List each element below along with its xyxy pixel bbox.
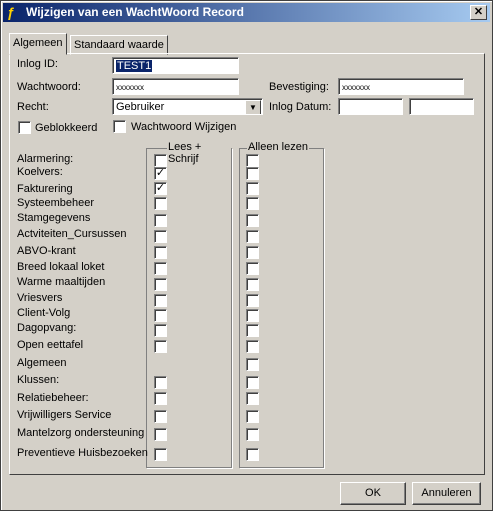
- permission-label: Vriesvers: [17, 292, 63, 304]
- read-only-checkbox[interactable]: [246, 154, 259, 167]
- read-write-checkbox[interactable]: [154, 278, 167, 291]
- login-date-input-1[interactable]: [338, 98, 403, 115]
- permission-label: Dagopvang:: [17, 322, 77, 334]
- read-only-checkbox[interactable]: [246, 392, 259, 405]
- right-select[interactable]: Gebruiker ▼: [112, 98, 263, 115]
- permission-label: Koelvers:: [17, 166, 63, 178]
- read-write-checkbox[interactable]: [154, 246, 167, 259]
- chevron-down-icon[interactable]: ▼: [245, 100, 261, 114]
- change-password-label: Wachtwoord Wijzigen: [131, 121, 237, 133]
- permission-label: Alarmering:: [17, 153, 74, 165]
- cancel-button[interactable]: Annuleren: [412, 482, 481, 505]
- login-date-input-2[interactable]: [409, 98, 474, 115]
- permission-label: Mantelzorg ondersteuning: [17, 427, 145, 439]
- login-id-value: TEST1: [116, 60, 153, 72]
- read-only-group-label: Alleen lezen: [247, 141, 309, 153]
- read-only-checkbox[interactable]: [246, 246, 259, 259]
- app-icon: ƒ: [7, 4, 15, 20]
- read-only-checkbox[interactable]: [246, 262, 259, 275]
- read-write-checkbox[interactable]: [154, 294, 167, 307]
- read-only-checkbox[interactable]: [246, 278, 259, 291]
- login-date-label: Inlog Datum:: [269, 101, 332, 113]
- read-only-checkbox[interactable]: [246, 358, 259, 371]
- ok-button[interactable]: OK: [340, 482, 406, 505]
- read-write-checkbox[interactable]: [154, 376, 167, 389]
- read-write-checkbox[interactable]: [154, 340, 167, 353]
- blocked-label: Geblokkeerd: [35, 122, 98, 134]
- permission-label: Fakturering: [17, 183, 73, 195]
- read-only-checkbox[interactable]: [246, 428, 259, 441]
- read-write-checkbox[interactable]: [154, 410, 167, 423]
- permission-label: Relatiebeheer:: [17, 392, 89, 404]
- read-only-checkbox[interactable]: [246, 167, 259, 180]
- check-icon: ✓: [155, 167, 166, 179]
- permission-label: Klussen:: [17, 374, 60, 386]
- read-write-group-label: Lees + Schrijf: [167, 141, 231, 165]
- permission-label: Systeembeheer: [17, 197, 95, 209]
- permission-label: Preventieve Huisbezoeken: [17, 447, 148, 459]
- window-title: Wijzigen van een WachtWoord Record: [26, 5, 244, 19]
- permission-label: Open eettafel: [17, 339, 84, 351]
- read-write-checkbox[interactable]: [154, 324, 167, 337]
- read-write-checkbox[interactable]: [154, 230, 167, 243]
- read-write-checkbox[interactable]: [154, 309, 167, 322]
- read-write-checkbox[interactable]: [154, 448, 167, 461]
- read-only-checkbox[interactable]: [246, 214, 259, 227]
- read-write-checkbox[interactable]: [154, 262, 167, 275]
- password-label: Wachtwoord:: [17, 81, 81, 93]
- read-only-checkbox[interactable]: [246, 376, 259, 389]
- dialog-window: ƒ Wijzigen van een WachtWoord Record ✕ A…: [0, 0, 493, 511]
- close-button[interactable]: ✕: [470, 5, 487, 20]
- read-only-checkbox[interactable]: [246, 410, 259, 423]
- read-only-checkbox[interactable]: [246, 230, 259, 243]
- permission-label: Algemeen: [17, 357, 67, 369]
- login-id-label: Inlog ID:: [17, 58, 58, 70]
- login-id-input[interactable]: TEST1: [112, 57, 239, 74]
- change-password-checkbox[interactable]: [113, 120, 126, 133]
- permission-label: Actviteiten_Cursussen: [17, 228, 127, 240]
- read-write-checkbox[interactable]: [154, 214, 167, 227]
- read-write-checkbox[interactable]: [154, 154, 167, 167]
- read-only-checkbox[interactable]: [246, 340, 259, 353]
- read-only-checkbox[interactable]: [246, 448, 259, 461]
- check-icon: ✓: [155, 182, 166, 194]
- close-icon: ✕: [473, 6, 484, 18]
- blocked-checkbox[interactable]: [18, 121, 31, 134]
- permission-label: Breed lokaal loket: [17, 261, 105, 273]
- tab-standaard-waarde-label: Standaard waarde: [74, 39, 164, 51]
- read-write-checkbox[interactable]: ✓: [154, 182, 167, 195]
- tab-algemeen[interactable]: Algemeen: [9, 33, 67, 55]
- read-only-checkbox[interactable]: [246, 324, 259, 337]
- read-write-checkbox[interactable]: [154, 428, 167, 441]
- permission-label: Warme maaltijden: [17, 276, 106, 288]
- right-select-value: Gebruiker: [116, 101, 165, 113]
- permission-label: Client-Volg: [17, 307, 71, 319]
- permission-label: Vrijwilligers Service: [17, 409, 112, 421]
- title-bar[interactable]: ƒ Wijzigen van een WachtWoord Record ✕: [3, 3, 490, 22]
- read-only-checkbox[interactable]: [246, 182, 259, 195]
- permission-label: ABVO-krant: [17, 245, 76, 257]
- read-write-checkbox[interactable]: [154, 197, 167, 210]
- read-write-checkbox[interactable]: ✓: [154, 167, 167, 180]
- confirmation-label: Bevestiging:: [269, 81, 329, 93]
- tab-algemeen-label: Algemeen: [13, 37, 63, 49]
- right-label: Recht:: [17, 101, 49, 113]
- tab-standaard-waarde[interactable]: Standaard waarde: [70, 35, 168, 55]
- read-write-checkbox[interactable]: [154, 392, 167, 405]
- password-input[interactable]: xxxxxxx: [112, 78, 239, 95]
- permission-label: Stamgegevens: [17, 212, 91, 224]
- read-only-checkbox[interactable]: [246, 294, 259, 307]
- read-only-checkbox[interactable]: [246, 309, 259, 322]
- confirmation-input[interactable]: xxxxxxx: [338, 78, 464, 95]
- read-only-checkbox[interactable]: [246, 197, 259, 210]
